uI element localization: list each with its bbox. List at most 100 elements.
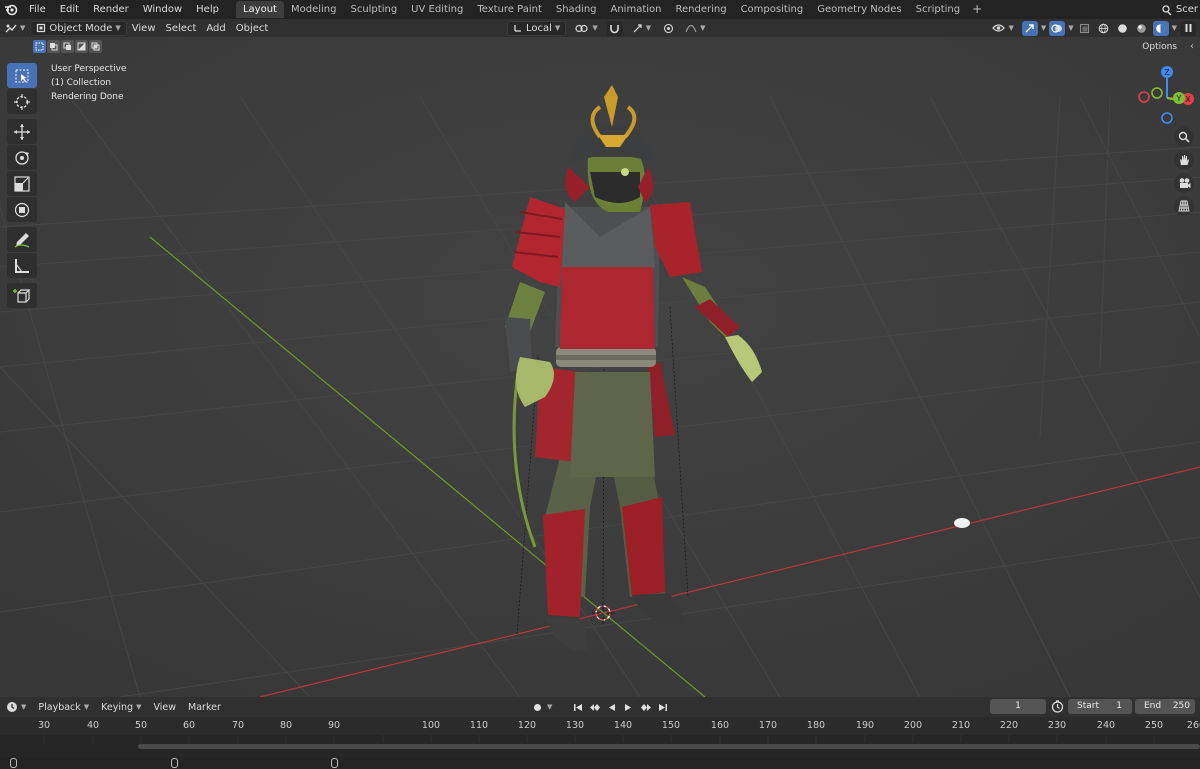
viewport-header: ▼ Object Mode ▼ View Select Add Object L…	[0, 19, 1200, 37]
auto-keying-toggle[interactable]	[530, 700, 545, 714]
grid-perspective-icon	[1178, 200, 1190, 212]
mouse-middle-icon	[171, 758, 178, 768]
camera-view-button[interactable]	[1174, 173, 1194, 193]
menu-help[interactable]: Help	[189, 0, 226, 19]
tool-rotate[interactable]	[7, 145, 37, 170]
tool-annotate[interactable]	[7, 227, 37, 252]
play-reverse-button[interactable]	[604, 700, 619, 714]
sidebar-toggle-chevron[interactable]: ‹	[1190, 41, 1194, 52]
tab-animation[interactable]: Animation	[604, 1, 669, 18]
xray-toggle[interactable]	[1077, 21, 1093, 36]
tool-select-box[interactable]	[7, 63, 37, 88]
tool-add-cube[interactable]	[7, 283, 37, 308]
pan-view-button[interactable]	[1174, 150, 1194, 170]
menu-window[interactable]: Window	[136, 0, 189, 19]
tab-texture-paint[interactable]: Texture Paint	[470, 1, 549, 18]
timeline-body[interactable]	[0, 735, 1200, 757]
menu-playback[interactable]: Playback ▼	[32, 702, 95, 713]
overlays-toggle[interactable]	[1049, 20, 1066, 36]
frame-tick-label: 50	[134, 720, 148, 731]
menu-keying[interactable]: Keying ▼	[95, 702, 147, 713]
chevron-down-icon[interactable]: ▼	[1172, 24, 1177, 32]
tool-move[interactable]	[7, 119, 37, 144]
select-intersect-button[interactable]	[89, 40, 102, 53]
chevron-down-icon[interactable]: ▼	[547, 703, 552, 711]
start-frame-field[interactable]: Start 1	[1068, 699, 1132, 714]
timeline-scrollbar[interactable]	[138, 744, 1200, 749]
menu-select[interactable]: Select	[161, 21, 202, 36]
shading-solid-button[interactable]	[1115, 21, 1131, 36]
pause-render-button[interactable]	[1180, 20, 1196, 36]
options-dropdown[interactable]: Options	[1137, 40, 1182, 54]
add-workspace-button[interactable]: +	[967, 0, 987, 19]
collection-name: (1) Collection	[51, 78, 112, 88]
mode-dropdown[interactable]: Object Mode ▼	[30, 20, 127, 36]
play-button[interactable]	[621, 700, 636, 714]
tab-shading[interactable]: Shading	[549, 1, 604, 18]
snap-toggle[interactable]	[606, 20, 623, 36]
frame-tick-label: 110	[469, 720, 489, 731]
lamp-object	[954, 518, 970, 528]
select-subtract-button[interactable]	[61, 40, 74, 53]
menu-file[interactable]: File	[22, 0, 53, 19]
jump-next-keyframe-button[interactable]	[638, 700, 653, 714]
jump-prev-keyframe-button[interactable]	[587, 700, 602, 714]
perspective-toggle-button[interactable]	[1174, 196, 1194, 216]
timeline-ruler[interactable]: 30 40 50 60 70 80 90 100 110 120 130 140…	[0, 717, 1200, 735]
select-new-button[interactable]	[33, 40, 46, 53]
falloff-dropdown[interactable]: ▼	[680, 21, 710, 36]
scene-selector[interactable]: Scer	[1161, 0, 1200, 19]
tab-rendering[interactable]: Rendering	[668, 1, 733, 18]
chevron-down-icon[interactable]: ▼	[1041, 24, 1046, 32]
gizmo-y-label: Y	[1176, 94, 1182, 103]
menu-view[interactable]: View	[127, 21, 161, 36]
timeline-editor-type[interactable]: ▼	[0, 701, 32, 713]
tool-transform[interactable]	[7, 197, 37, 222]
menu-object[interactable]: Object	[231, 21, 274, 36]
editor-type-button[interactable]: ▼	[0, 21, 30, 36]
zoom-view-button[interactable]	[1174, 127, 1194, 147]
chevron-down-icon[interactable]: ▼	[1068, 24, 1073, 32]
select-invert-button[interactable]	[75, 40, 88, 53]
tab-compositing[interactable]: Compositing	[734, 1, 811, 18]
menu-playback-label: Playback	[38, 701, 81, 713]
transform-orientation-dropdown[interactable]: Local ▼	[507, 20, 567, 36]
menu-timeline-view[interactable]: View	[147, 702, 182, 713]
tab-modeling[interactable]: Modeling	[284, 1, 344, 18]
menu-add[interactable]: Add	[201, 21, 230, 36]
select-extend-button[interactable]	[47, 40, 60, 53]
end-frame-field[interactable]: End 250	[1135, 699, 1195, 714]
tool-scale[interactable]	[7, 171, 37, 196]
menu-marker[interactable]: Marker	[182, 702, 227, 713]
frame-tick-label: 130	[565, 720, 585, 731]
3d-viewport[interactable]: Options ‹ User Perspective (1) Collectio…	[0, 37, 1200, 697]
tool-cursor[interactable]	[7, 89, 37, 114]
menu-edit[interactable]: Edit	[53, 0, 86, 19]
tab-geometry-nodes[interactable]: Geometry Nodes	[810, 1, 908, 18]
jump-to-start-button[interactable]	[570, 700, 585, 714]
tab-scripting[interactable]: Scripting	[909, 1, 967, 18]
tab-uv-editing[interactable]: UV Editing	[404, 1, 470, 18]
proportional-editing-toggle[interactable]	[660, 21, 676, 36]
tab-layout[interactable]: Layout	[235, 1, 284, 18]
move-arrows-icon	[14, 123, 30, 140]
navigation-gizmo[interactable]: Z X Y	[1130, 63, 1200, 133]
menu-render[interactable]: Render	[86, 0, 136, 19]
blender-logo-icon[interactable]	[0, 0, 22, 19]
tool-shelf	[7, 63, 37, 309]
snap-target-dropdown[interactable]: ▼	[627, 21, 656, 36]
shading-wireframe-button[interactable]	[1096, 21, 1112, 36]
visibility-dropdown[interactable]: ▼	[987, 21, 1018, 36]
object-mode-icon	[37, 23, 46, 33]
current-frame-field[interactable]: 1	[990, 699, 1046, 714]
gizmo-toggle[interactable]	[1021, 20, 1038, 36]
jump-to-end-button[interactable]	[655, 700, 670, 714]
shading-rendered-button[interactable]	[1152, 20, 1169, 36]
tab-sculpting[interactable]: Sculpting	[343, 1, 404, 18]
xray-icon	[1080, 23, 1090, 33]
preview-range-toggle[interactable]	[1051, 700, 1064, 716]
pivot-point-dropdown[interactable]: ▼	[570, 21, 602, 36]
tool-measure[interactable]	[7, 253, 37, 278]
end-frame-label: End	[1144, 701, 1162, 711]
shading-material-button[interactable]	[1134, 21, 1150, 36]
